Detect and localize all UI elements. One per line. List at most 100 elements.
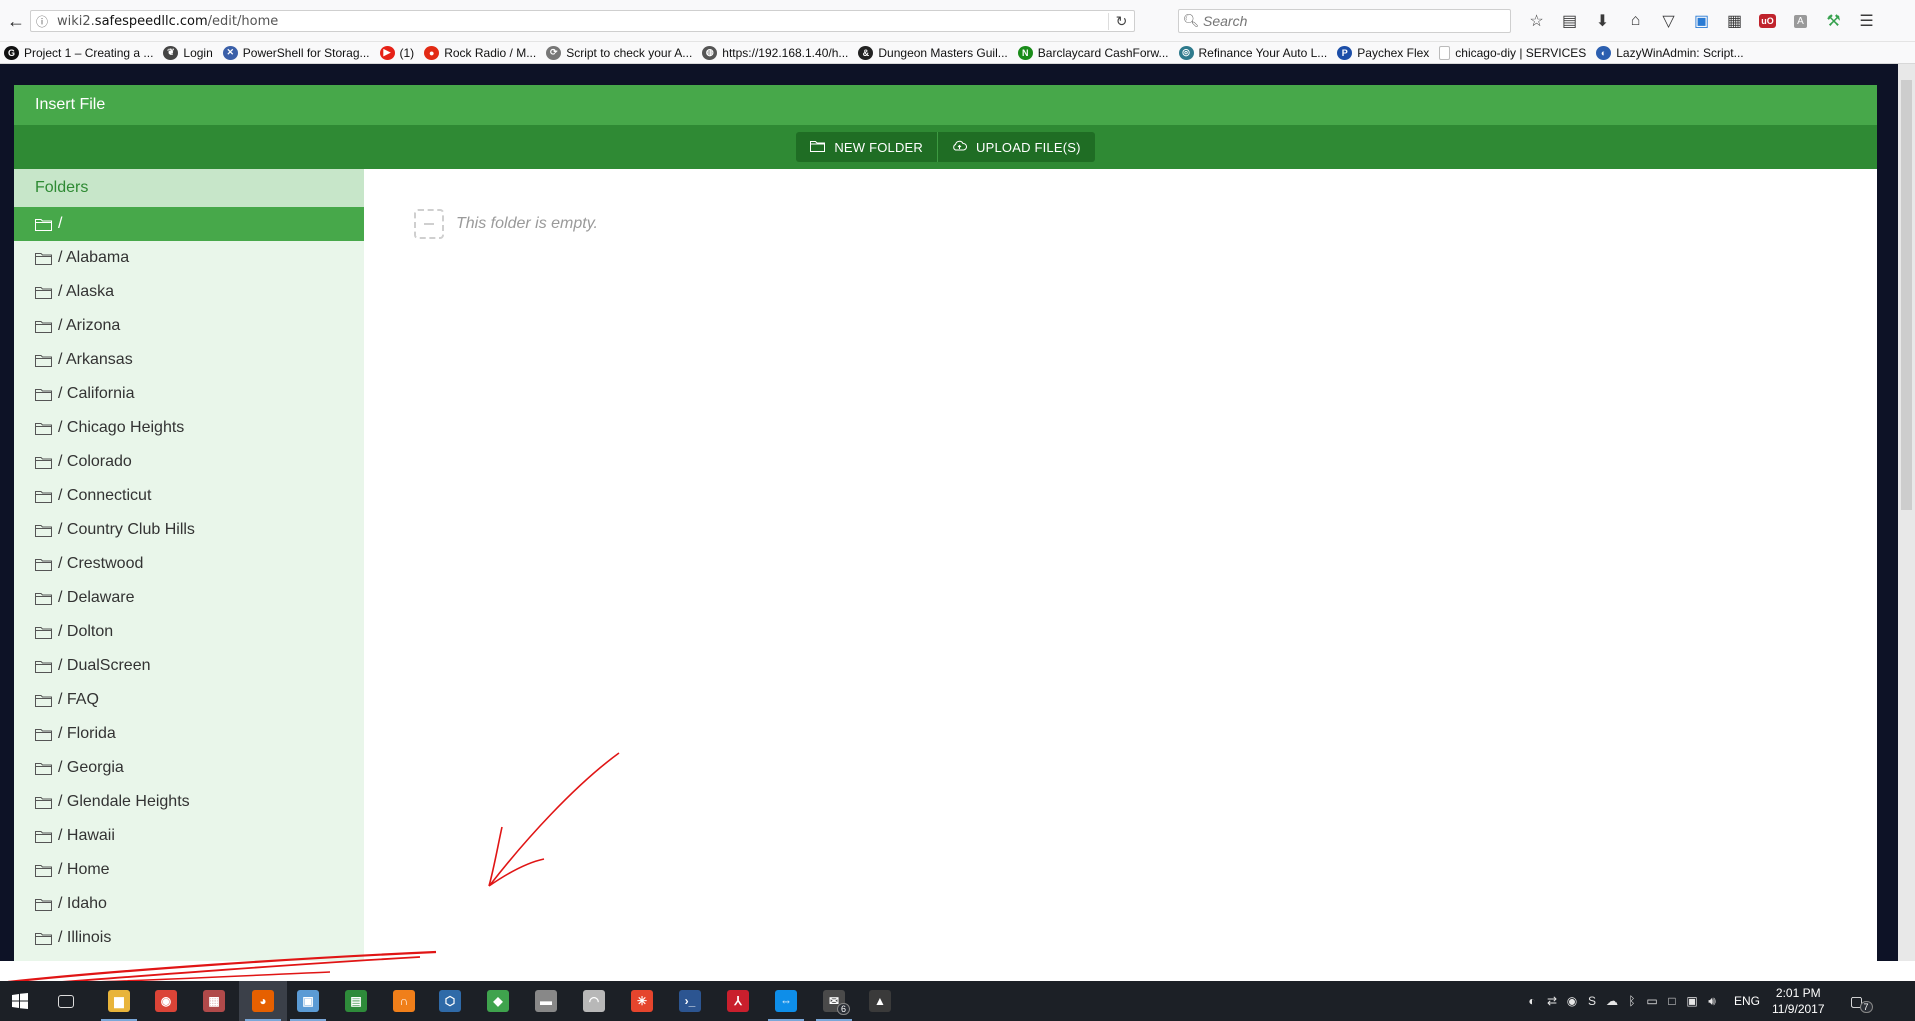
reload-icon[interactable]: ↻: [1108, 12, 1134, 30]
folder-item[interactable]: / Arizona: [14, 309, 364, 343]
folder-label: / Arkansas: [58, 351, 133, 368]
taskbar-app[interactable]: ▦: [190, 981, 238, 1021]
folder-item[interactable]: / Home: [14, 853, 364, 887]
bookmark-item[interactable]: ✕ PowerShell for Storag...: [222, 45, 370, 60]
scrollbar-thumb[interactable]: [1901, 80, 1912, 510]
bookmark-label: Barclaycard CashForw...: [1037, 45, 1169, 60]
bookmark-item[interactable]: ❦ Login: [163, 45, 213, 60]
folder-label: / Hawaii: [58, 827, 115, 844]
empty-folder-text: This folder is empty.: [456, 215, 598, 232]
back-button[interactable]: ←: [4, 9, 28, 33]
mail-badge: 6: [836, 1003, 850, 1015]
bookmark-item[interactable]: chicago-diy | SERVICES: [1439, 45, 1586, 60]
gray-extension-icon[interactable]: A: [1784, 9, 1817, 33]
folder-item[interactable]: / FAQ: [14, 683, 364, 717]
extension-icon[interactable]: ▦: [1718, 9, 1751, 33]
bookmark-label: Paychex Flex: [1357, 45, 1430, 60]
bookmark-item[interactable]: ◍ https://192.168.1.40/h...: [702, 45, 848, 60]
folder-item[interactable]: / Dolton: [14, 615, 364, 649]
new-folder-button[interactable]: NEW FOLDER: [796, 132, 938, 162]
folder-item[interactable]: / California: [14, 377, 364, 411]
folder-item[interactable]: / Glendale Heights: [14, 785, 364, 819]
clock[interactable]: 2:01 PM 11/9/2017: [1772, 985, 1825, 1017]
folder-item[interactable]: / Alabama: [14, 241, 364, 275]
power-icon[interactable]: ▭: [1642, 981, 1662, 1021]
folder-item[interactable]: / Illinois: [14, 921, 364, 955]
taskbar-app[interactable]: ⬡: [426, 981, 474, 1021]
lock-extension-icon[interactable]: ▣: [1685, 9, 1718, 33]
taskbar-app[interactable]: ▣: [284, 981, 332, 1021]
bookmark-item[interactable]: ● Rock Radio / M...: [424, 45, 536, 60]
bookmark-item[interactable]: G Project 1 – Creating a ...: [4, 45, 153, 60]
bookmark-item[interactable]: ◎ Refinance Your Auto L...: [1178, 45, 1327, 60]
download-icon[interactable]: ⬇: [1586, 9, 1619, 33]
folder-item[interactable]: / DualScreen: [14, 649, 364, 683]
bookmark-item[interactable]: ◐ LazyWinAdmin: Script...: [1596, 45, 1744, 60]
taskbar-app[interactable]: ▤: [332, 981, 380, 1021]
folder-item[interactable]: / Florida: [14, 717, 364, 751]
action-tray-icon[interactable]: ▣: [1682, 981, 1702, 1021]
upload-files-button[interactable]: UPLOAD FILE(S): [938, 132, 1095, 162]
ublock-icon[interactable]: uO: [1751, 9, 1784, 33]
taskbar-app[interactable]: ✳: [618, 981, 666, 1021]
folder-item[interactable]: / Connecticut: [14, 479, 364, 513]
folder-item[interactable]: / Country Club Hills: [14, 513, 364, 547]
home-icon[interactable]: ⌂: [1619, 9, 1652, 33]
skype-tray-icon[interactable]: S: [1582, 981, 1602, 1021]
folder-label: / Crestwood: [58, 555, 144, 572]
folder-item[interactable]: / Georgia: [14, 751, 364, 785]
bookmark-item[interactable]: ⟳ Script to check your A...: [546, 45, 692, 60]
bookmark-item[interactable]: P Paychex Flex: [1337, 45, 1430, 60]
bluetooth-icon[interactable]: ᛒ: [1622, 981, 1642, 1021]
tray-app-icon-1[interactable]: ◐: [1522, 981, 1542, 1021]
folder-item[interactable]: / Alaska: [14, 275, 364, 309]
network-icon[interactable]: □: [1662, 981, 1682, 1021]
language-indicator[interactable]: ENG: [1734, 994, 1760, 1008]
search-box[interactable]: 🔍︎: [1178, 9, 1511, 33]
taskbar-app[interactable]: ✉ 6: [810, 981, 858, 1021]
taskbar-app[interactable]: ›_: [666, 981, 714, 1021]
folder-item[interactable]: / Hawaii: [14, 819, 364, 853]
taskbar-app[interactable]: ◆: [474, 981, 522, 1021]
folder-item[interactable]: / Idaho: [14, 887, 364, 921]
start-button[interactable]: [0, 981, 40, 1021]
folder-label: / Home: [58, 861, 110, 878]
menu-icon[interactable]: ☰: [1850, 9, 1883, 33]
tray-app-icon-2[interactable]: ◉: [1562, 981, 1582, 1021]
folder-item[interactable]: /: [14, 207, 364, 241]
page-scrollbar[interactable]: [1898, 64, 1915, 961]
search-input[interactable]: [1203, 13, 1510, 29]
taskbar-app[interactable]: ▆: [95, 981, 143, 1021]
action-center-button[interactable]: ▢ 7: [1839, 981, 1875, 1021]
bookmark-star-icon[interactable]: ☆: [1520, 9, 1553, 33]
info-icon[interactable]: ⓘ: [31, 13, 53, 30]
pocket-icon[interactable]: ▽: [1652, 9, 1685, 33]
taskbar-app[interactable]: ⇔: [762, 981, 810, 1021]
taskbar-app[interactable]: ▬: [522, 981, 570, 1021]
taskbar-app[interactable]: ◕: [239, 981, 287, 1021]
folder-icon: [35, 592, 52, 605]
bookmark-item[interactable]: ▶ (1): [379, 45, 414, 60]
taskbar-app[interactable]: ⅄: [714, 981, 762, 1021]
folder-item[interactable]: / Indiana: [14, 955, 364, 961]
url-text[interactable]: wiki2.safespeedllc.com/edit/home: [53, 14, 1108, 29]
url-bar[interactable]: ⓘ wiki2.safespeedllc.com/edit/home ↻: [30, 10, 1135, 32]
folder-item[interactable]: / Delaware: [14, 581, 364, 615]
taskbar-app[interactable]: ∩: [380, 981, 428, 1021]
taskbar-app[interactable]: ▲: [856, 981, 904, 1021]
taskbar-app[interactable]: ◉: [142, 981, 190, 1021]
folder-item[interactable]: / Crestwood: [14, 547, 364, 581]
bookmark-item[interactable]: N Barclaycard CashForw...: [1017, 45, 1169, 60]
reading-list-icon[interactable]: ▤: [1553, 9, 1586, 33]
bookmark-item[interactable]: & Dungeon Masters Guil...: [858, 45, 1008, 60]
taskbar-app[interactable]: ◠: [570, 981, 618, 1021]
folder-item[interactable]: / Colorado: [14, 445, 364, 479]
folder-item[interactable]: / Chicago Heights: [14, 411, 364, 445]
taskbar-app[interactable]: [42, 981, 90, 1021]
onedrive-icon[interactable]: ☁: [1602, 981, 1622, 1021]
teamviewer-tray-icon[interactable]: ⇄: [1542, 981, 1562, 1021]
volume-icon[interactable]: 🔊︎: [1702, 981, 1722, 1021]
folder-item[interactable]: / Arkansas: [14, 343, 364, 377]
bookmark-label: PowerShell for Storag...: [242, 45, 370, 60]
tools-extension-icon[interactable]: ⚒: [1817, 9, 1850, 33]
